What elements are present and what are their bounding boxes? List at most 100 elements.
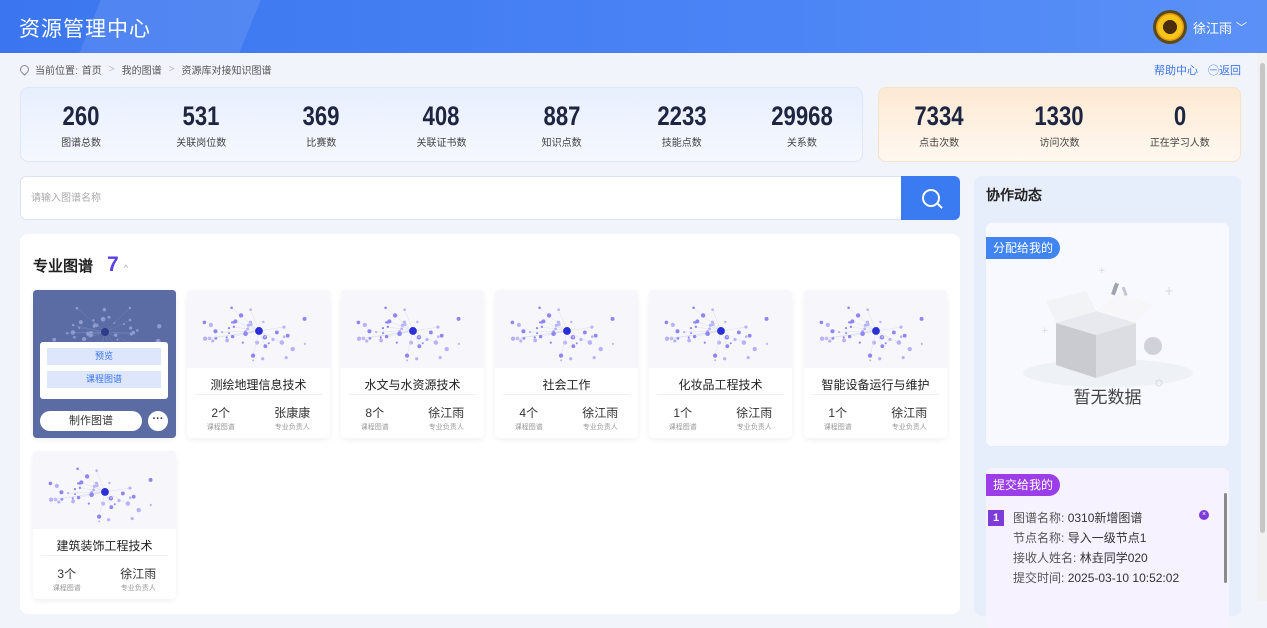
owner-name: 徐江雨 (891, 404, 927, 421)
node-name-value: 导入一级节点1 (1068, 531, 1147, 545)
card-title: 测绘地理信息技术 (187, 376, 330, 394)
search-input[interactable] (31, 189, 831, 207)
breadcrumb-prefix: 当前位置: (35, 62, 78, 77)
search-icon (922, 189, 940, 207)
course-count-label: 课程图谱 (207, 422, 235, 432)
graph-thumbnail (495, 290, 638, 368)
stat-item: 887知识点数 (512, 101, 612, 149)
submitted-to-me-box: 提交给我的 1 × 图谱名称: 0310新增图谱 节点名称: 导入一级节点1 接… (986, 468, 1229, 628)
stat-item: 1330 访问次数 (1009, 101, 1109, 149)
stat-item: 408关联证书数 (391, 101, 491, 149)
receiver-value: 林垚同学020 (1080, 551, 1148, 565)
collapse-icon[interactable]: ^ (124, 263, 128, 273)
avatar[interactable] (1153, 10, 1187, 44)
network-graph-image (804, 290, 947, 368)
user-name[interactable]: 徐江雨 (1193, 18, 1232, 37)
help-center-link[interactable]: 帮助中心 (1154, 62, 1198, 78)
divider (657, 394, 784, 395)
search-button[interactable] (901, 176, 960, 220)
course-count: 8个 (361, 404, 389, 421)
course-count-label: 课程图谱 (361, 422, 389, 432)
owner-label: 专业负责人 (428, 422, 464, 432)
breadcrumb-current: 资源库对接知识图谱 (181, 62, 271, 77)
graph-thumbnail (649, 290, 792, 368)
make-graph-button[interactable]: 制作图谱 (40, 411, 142, 431)
stat-value: 2233 (641, 101, 723, 132)
owner-name: 徐江雨 (428, 404, 464, 421)
graph-thumbnail (341, 290, 484, 368)
graph-card[interactable]: 测绘地理信息技术 2个课程图谱 张康康专业负责人 (187, 290, 330, 438)
owner-name: 徐江雨 (120, 565, 156, 582)
course-count-label: 课程图谱 (669, 422, 697, 432)
stat-item: 369比赛数 (271, 101, 371, 149)
empty-text: 暂无数据 (986, 383, 1229, 408)
course-graph-button[interactable]: 课程图谱 (47, 371, 161, 388)
network-graph-image (495, 290, 638, 368)
card-title: 建筑装饰工程技术 (33, 537, 176, 555)
graph-card[interactable]: 化妆品工程技术 1个课程图谱 徐江雨专业负责人 (649, 290, 792, 438)
more-icon[interactable]: ··· (148, 411, 168, 431)
network-graph-image (187, 290, 330, 368)
stat-label: 点击次数 (889, 134, 989, 149)
section-title: 专业图谱 (33, 255, 93, 276)
search-bar (20, 176, 960, 220)
scrollbar-thumb[interactable] (1260, 63, 1265, 533)
preview-button[interactable]: 预览 (47, 348, 161, 365)
empty-box-illustration: + + + (986, 253, 1229, 403)
network-graph-image (341, 290, 484, 368)
graph-card-active[interactable]: 预览 课程图谱 制作图谱 ··· (33, 290, 176, 438)
course-count-label: 课程图谱 (515, 422, 543, 432)
user-menu[interactable]: 徐江雨 ﹀ (1153, 10, 1247, 44)
graph-card[interactable]: 社会工作 4个课程图谱 徐江雨专业负责人 (495, 290, 638, 438)
divider (195, 394, 322, 395)
receiver-label: 接收人姓名: (1013, 551, 1076, 565)
stats-panel-visits: 7334点击次数 1330访问次数 0正在学习人数 (878, 87, 1241, 162)
top-header: 资源管理中心 徐江雨 ﹀ (0, 0, 1267, 53)
owner-label: 专业负责人 (891, 422, 927, 432)
stat-value: 7334 (898, 101, 980, 132)
course-count: 1个 (669, 404, 697, 421)
section-count: 7 (107, 253, 119, 277)
stat-label: 正在学习人数 (1130, 134, 1230, 149)
back-link-label: 返回 (1219, 65, 1241, 77)
graph-card[interactable]: 建筑装饰工程技术 3个课程图谱 徐江雨专业负责人 (33, 451, 176, 599)
card-meta: 1个课程图谱 徐江雨专业负责人 (649, 404, 792, 432)
submit-time-value: 2025-03-10 10:52:02 (1068, 571, 1179, 585)
stats-panel-graphs: 260图谱总数 531关联岗位数 369比赛数 408关联证书数 887知识点数… (20, 87, 863, 162)
divider (349, 394, 476, 395)
breadcrumb: 当前位置: 首页 > 我的图谱 > 资源库对接知识图谱 (20, 62, 271, 77)
page-scrollbar[interactable] (1257, 53, 1267, 601)
owner-label: 专业负责人 (582, 422, 618, 432)
breadcrumb-home[interactable]: 首页 (82, 62, 102, 77)
svg-text:+: + (1098, 266, 1106, 276)
graph-card[interactable]: 水文与水资源技术 8个课程图谱 徐江雨专业负责人 (341, 290, 484, 438)
svg-text:+: + (1164, 284, 1174, 298)
back-link[interactable]: ㊀返回 (1208, 62, 1241, 78)
course-count-label: 课程图谱 (53, 583, 81, 593)
stat-item: 29968关系数 (752, 101, 852, 149)
stat-label: 关系数 (752, 134, 852, 149)
owner-label: 专业负责人 (120, 583, 156, 593)
course-count: 4个 (515, 404, 543, 421)
graph-name-value: 0310新增图谱 (1068, 511, 1143, 525)
card-action-menu: 预览 课程图谱 (40, 342, 168, 399)
submitted-tag: 提交给我的 (986, 474, 1060, 496)
stat-value: 531 (160, 101, 242, 132)
owner-name: 徐江雨 (582, 404, 618, 421)
graph-card[interactable]: 智能设备运行与维护 1个课程图谱 徐江雨专业负责人 (804, 290, 947, 438)
card-title: 化妆品工程技术 (649, 376, 792, 394)
divider (503, 394, 630, 395)
collaboration-panel: 协作动态 分配给我的 + + + 暂无数据 提交给我的 1 × 图谱名称: 03… (974, 176, 1241, 616)
panel-scrollbar[interactable] (1224, 493, 1227, 583)
chevron-down-icon[interactable]: ﹀ (1236, 19, 1247, 35)
stat-label: 访问次数 (1009, 134, 1109, 149)
card-meta: 3个课程图谱 徐江雨专业负责人 (33, 565, 176, 593)
app-title: 资源管理中心 (19, 13, 151, 43)
breadcrumb-my-graphs[interactable]: 我的图谱 (122, 62, 162, 77)
close-icon[interactable]: × (1199, 510, 1209, 520)
stat-value: 1330 (1018, 101, 1100, 132)
card-meta: 8个课程图谱 徐江雨专业负责人 (341, 404, 484, 432)
card-meta: 1个课程图谱 徐江雨专业负责人 (804, 404, 947, 432)
stat-item: 2233技能点数 (632, 101, 732, 149)
stat-item: 260图谱总数 (31, 101, 131, 149)
